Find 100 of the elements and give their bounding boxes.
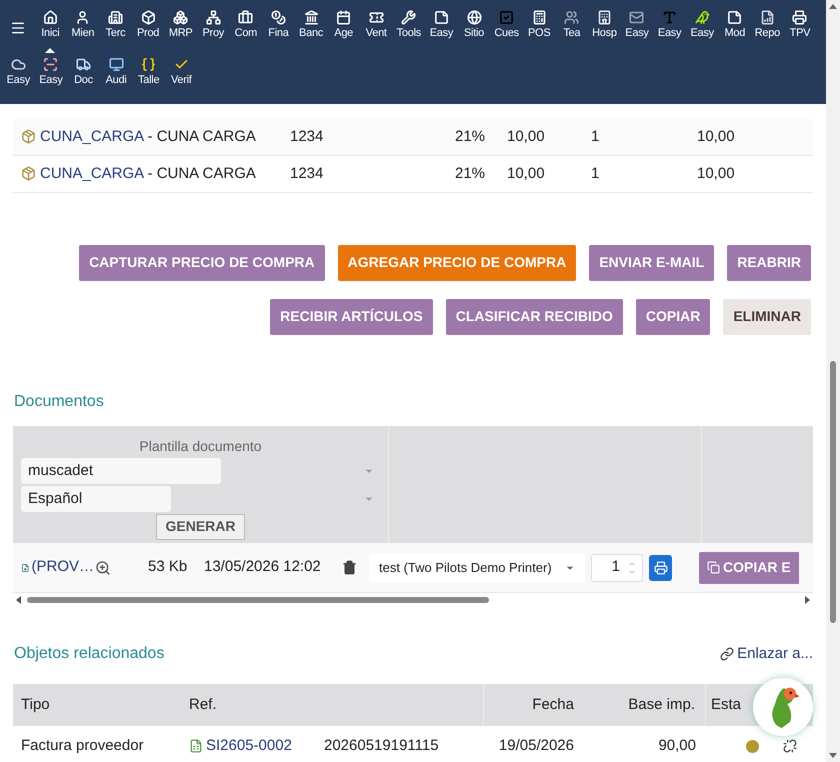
- copy-icon: [707, 561, 720, 574]
- action-button[interactable]: COPIAR: [636, 298, 710, 335]
- monitor-icon: [108, 57, 124, 72]
- generate-button[interactable]: GENERAR: [156, 514, 244, 540]
- note-icon: [434, 10, 449, 25]
- product-name: CUNA_CARGA - CUNA CARGA: [40, 126, 256, 147]
- table-cell-text: 10,00: [507, 126, 546, 147]
- menu-item[interactable]: Audi: [100, 57, 132, 104]
- action-button[interactable]: REABRIR: [727, 244, 811, 281]
- link-icon: [720, 647, 734, 662]
- globe-icon: [466, 10, 482, 25]
- product-icon: [21, 166, 36, 182]
- action-button[interactable]: ENVIAR E-MAIL: [589, 244, 714, 281]
- table-cell-text: 20260519191115: [324, 736, 440, 756]
- section-title: Objetos relacionados: [14, 644, 164, 664]
- menu-item[interactable]: Fina: [262, 10, 295, 57]
- table-cell-text: 21%: [455, 164, 486, 184]
- menu-item[interactable]: Age: [327, 10, 360, 57]
- menu-item[interactable]: Terc: [99, 10, 132, 57]
- menu-item[interactable]: Mod: [718, 10, 752, 57]
- menu-item[interactable]: Easy: [620, 10, 654, 57]
- cube-icon: [140, 10, 156, 25]
- menu-item[interactable]: Cues: [490, 10, 523, 57]
- table-cell-text: 10,00: [697, 126, 735, 147]
- product-name: CUNA_CARGA - CUNA CARGA: [40, 164, 256, 184]
- menu-item[interactable]: Easy: [34, 57, 68, 104]
- product-icon: [21, 129, 36, 144]
- parrot-icon: [694, 10, 710, 25]
- section-title: Documentos: [14, 392, 105, 412]
- braces-icon: [141, 57, 156, 72]
- menu-item[interactable]: Repo: [751, 10, 784, 57]
- unlink-icon[interactable]: [783, 739, 797, 754]
- invoice-link[interactable]: SI2605-0002: [206, 734, 292, 758]
- menu-item[interactable]: Verif: [164, 57, 198, 104]
- people-icon: [564, 10, 580, 25]
- action-button[interactable]: CAPTURAR PRECIO DE COMPRA: [79, 244, 325, 281]
- envelope-icon: [629, 10, 644, 25]
- file-size: 53 Kb: [148, 557, 188, 578]
- menu-item[interactable]: Talle: [132, 57, 165, 104]
- column-header: Base imp.: [594, 684, 706, 726]
- hotel-icon: [596, 10, 612, 25]
- table-cell-text: 10,00: [697, 164, 735, 184]
- bank-icon: [304, 10, 319, 25]
- action-button[interactable]: CLASIFICAR RECIBIDO: [446, 298, 623, 335]
- file-date: 13/05/2026 12:02: [204, 557, 322, 578]
- cloud-icon: [10, 57, 26, 72]
- menu-item[interactable]: Easy: [653, 10, 686, 57]
- table-cell-text: 19/05/2026: [498, 736, 575, 756]
- column-header: Ref.: [189, 695, 218, 716]
- menu-item[interactable]: Sitio: [458, 10, 490, 57]
- truck-icon: [76, 57, 91, 72]
- zoom-icon[interactable]: [94, 560, 112, 576]
- action-button[interactable]: ELIMINAR: [723, 298, 811, 335]
- report-icon: [760, 10, 775, 25]
- menu-item[interactable]: Hosp: [588, 10, 621, 57]
- column-header: Esta: [710, 695, 742, 716]
- menu-item[interactable]: Tools: [392, 10, 426, 57]
- copy-button[interactable]: COPIAR E: [699, 552, 799, 584]
- menu-item[interactable]: Com: [230, 10, 262, 57]
- file-link[interactable]: (PROV…: [31, 556, 94, 579]
- menu-item[interactable]: Tea: [556, 10, 588, 57]
- print-button[interactable]: [649, 554, 672, 581]
- cubes-icon: [173, 10, 188, 25]
- note-icon: [727, 10, 742, 25]
- menu-item[interactable]: Inici: [34, 10, 67, 57]
- wrench-icon: [401, 10, 416, 25]
- menu-item[interactable]: TPV: [784, 10, 816, 57]
- table-cell-text: 1: [591, 164, 600, 184]
- printer-select[interactable]: test (Two Pilots Demo Printer): [369, 552, 585, 583]
- menu-item[interactable]: POS: [522, 10, 556, 57]
- letter-icon: [662, 10, 678, 25]
- menu-item[interactable]: Mien: [66, 10, 100, 57]
- building-icon: [108, 10, 123, 25]
- menu-item[interactable]: Easy: [2, 57, 35, 104]
- table-cell-text: 1234: [290, 126, 324, 147]
- field-label: Plantilla documento: [139, 436, 262, 456]
- invoice-icon: [189, 739, 203, 754]
- menu-item[interactable]: MRP: [164, 10, 197, 57]
- vertical-scrollbar[interactable]: [826, 0, 840, 762]
- printer-icon: [654, 560, 668, 575]
- menu-item[interactable]: Banc: [294, 10, 328, 57]
- menu-item[interactable]: Proy: [196, 10, 230, 57]
- table-cell-text: 10,00: [507, 164, 546, 184]
- link-to-link[interactable]: Enlazar a...: [720, 642, 813, 666]
- house-icon: [42, 10, 58, 25]
- menu-item[interactable]: Doc: [67, 57, 100, 104]
- network-icon: [206, 10, 221, 25]
- coins-icon: [270, 10, 286, 25]
- menu-item[interactable]: Easy: [425, 10, 458, 57]
- action-button[interactable]: RECIBIR ARTÍCULOS: [270, 298, 433, 335]
- language-select[interactable]: Español: [21, 486, 380, 513]
- table-cell-text: 90,00: [657, 736, 697, 756]
- table-cell-text: Factura proveedor: [20, 736, 145, 756]
- delete-icon[interactable]: [342, 560, 357, 576]
- ticket-icon: [368, 10, 384, 25]
- menu-item[interactable]: Prod: [132, 10, 164, 57]
- menu-item[interactable]: Vent: [360, 10, 393, 57]
- checkbox-icon: [499, 10, 514, 25]
- menu-item[interactable]: Easy: [686, 10, 718, 57]
- copies-field[interactable]: 1: [591, 554, 643, 582]
